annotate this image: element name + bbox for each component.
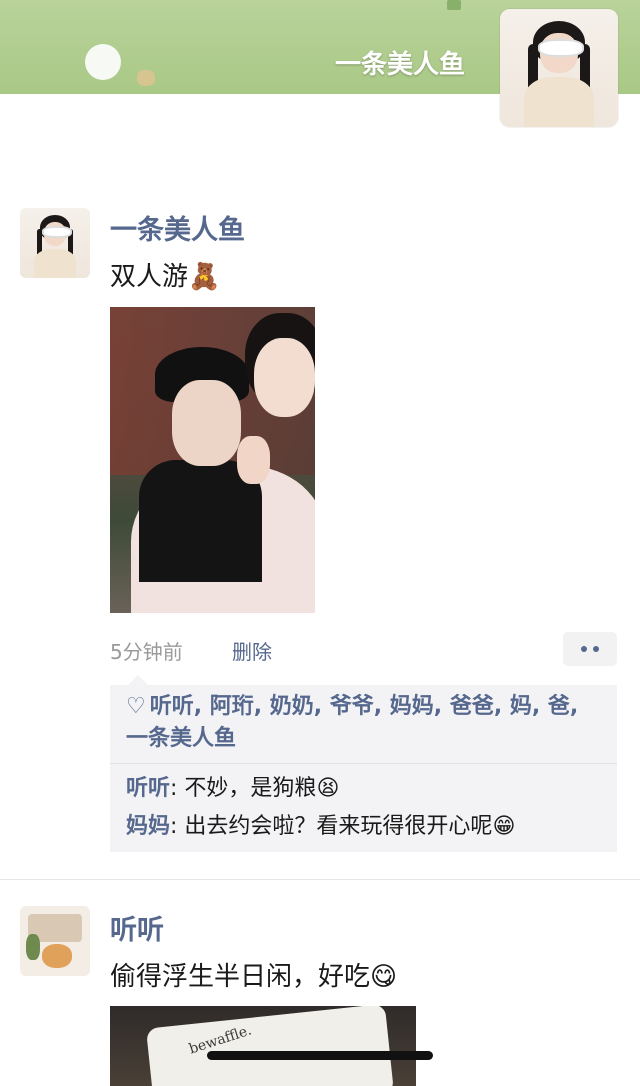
- post-username[interactable]: 一条美人鱼: [110, 208, 245, 247]
- post-text-content: 偷得浮生半日闲，好吃: [110, 962, 371, 992]
- comment-emoji: 😫: [316, 776, 340, 801]
- post-text: 双人游🧸: [110, 256, 220, 293]
- post-timestamp: 5分钟前: [110, 640, 183, 664]
- profile-avatar[interactable]: [500, 9, 618, 127]
- comment-item[interactable]: 妈妈: 出去约会啦？看来玩得很开心呢😁: [126, 808, 603, 846]
- likes-row: ♡ 听听, 阿珩, 奶奶, 爷爷, 妈妈, 爸爸, 妈, 爸, 一条美人鱼: [110, 685, 617, 763]
- comments-list: 听听: 不妙，是狗粮😫 妈妈: 出去约会啦？看来玩得很开心呢😁: [110, 764, 617, 852]
- cover-decoration: [137, 70, 155, 86]
- yum-emoji: 😋: [370, 962, 398, 992]
- post-avatar[interactable]: [20, 208, 90, 278]
- cover-decoration: [85, 44, 121, 80]
- comment-separator: :: [170, 814, 185, 839]
- post-text: 偷得浮生半日闲，好吃😋: [110, 956, 397, 993]
- home-indicator[interactable]: [207, 1051, 433, 1060]
- cover-decoration: [447, 0, 461, 10]
- post-username[interactable]: 听听: [110, 908, 164, 947]
- cover-username[interactable]: 一条美人鱼: [335, 44, 465, 81]
- heart-outline-icon: ♡: [126, 694, 146, 719]
- comment-author[interactable]: 妈妈: [126, 814, 170, 839]
- more-options-button[interactable]: [563, 632, 617, 666]
- post-photo[interactable]: bewaffle.: [110, 1006, 416, 1086]
- delete-link[interactable]: 删除: [232, 636, 272, 665]
- dot-icon: [593, 646, 599, 652]
- post-text-content: 双人游: [110, 262, 189, 292]
- comment-text: 不妙，是狗粮: [184, 776, 317, 801]
- post-photo[interactable]: [110, 307, 315, 613]
- post-avatar[interactable]: [20, 906, 90, 976]
- comment-author[interactable]: 听听: [126, 776, 170, 801]
- comment-emoji: 😁: [492, 814, 516, 839]
- post-divider: [0, 879, 640, 880]
- likes-list[interactable]: 听听, 阿珩, 奶奶, 爷爷, 妈妈, 爸爸, 妈, 爸, 一条美人鱼: [126, 694, 578, 751]
- comment-separator: :: [170, 776, 185, 801]
- comment-item[interactable]: 听听: 不妙，是狗粮😫: [126, 770, 603, 808]
- teddy-bear-emoji: 🧸: [188, 262, 221, 292]
- interaction-panel: ♡ 听听, 阿珩, 奶奶, 爷爷, 妈妈, 爸爸, 妈, 爸, 一条美人鱼 听听:…: [110, 675, 617, 852]
- dot-icon: [581, 646, 587, 652]
- comment-text: 出去约会啦？看来玩得很开心呢: [184, 814, 493, 839]
